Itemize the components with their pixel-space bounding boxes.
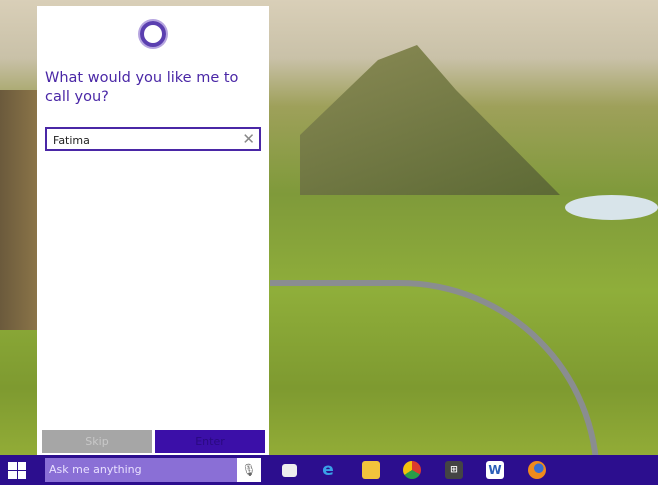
wallpaper-lake xyxy=(565,195,658,220)
cortana-logo-icon xyxy=(140,21,166,47)
name-input[interactable] xyxy=(47,130,227,151)
file-explorer-icon[interactable] xyxy=(362,461,380,479)
internet-explorer-icon[interactable]: e xyxy=(319,461,337,479)
wallpaper-road xyxy=(270,280,600,480)
enter-button[interactable]: Enter xyxy=(155,430,265,453)
taskbar: Ask me anything 🎙 e ⊞ W xyxy=(0,455,658,485)
wallpaper-rock xyxy=(0,90,37,330)
cortana-search-box[interactable]: Ask me anything 🎙 xyxy=(45,458,261,482)
name-input-field[interactable]: ✕ xyxy=(45,127,261,151)
store-icon[interactable]: ⊞ xyxy=(445,461,463,479)
skip-button[interactable]: Skip xyxy=(42,430,152,453)
start-button-windows-icon[interactable] xyxy=(8,462,26,479)
wallpaper-mountain xyxy=(300,45,560,195)
word-icon[interactable]: W xyxy=(486,461,504,479)
cortana-panel: What would you like me to call you? ✕ Sk… xyxy=(37,6,269,455)
chrome-icon[interactable] xyxy=(403,461,421,479)
clear-icon[interactable]: ✕ xyxy=(242,130,255,148)
cortana-question: What would you like me to call you? xyxy=(45,70,239,105)
microphone-icon[interactable]: 🎙 xyxy=(237,458,261,482)
search-placeholder: Ask me anything xyxy=(49,463,142,476)
task-view-icon[interactable] xyxy=(282,464,297,477)
firefox-icon[interactable] xyxy=(528,461,546,479)
